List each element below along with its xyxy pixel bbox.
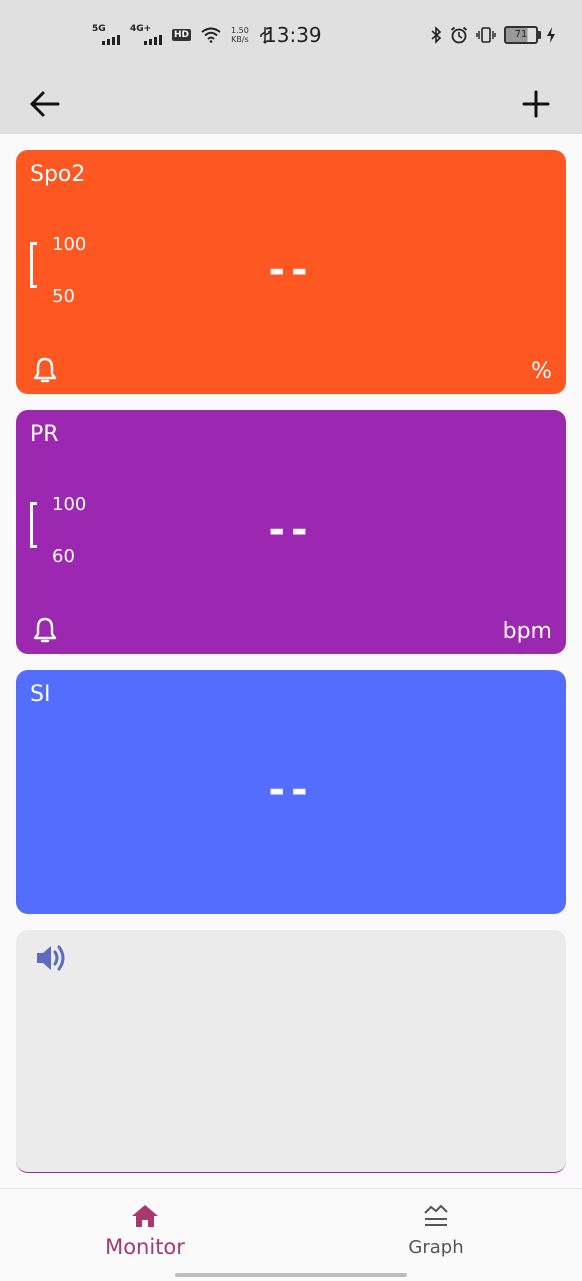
pr-card[interactable]: PR 100 60 -- bpm	[16, 410, 566, 654]
si-value: --	[268, 767, 314, 813]
signal-4g-icon: 4G+	[130, 25, 162, 45]
signal-5g-icon: 5G	[92, 25, 120, 45]
unit-label: %	[531, 359, 552, 384]
vibrate-icon	[476, 27, 496, 43]
home-indicator[interactable]	[175, 1273, 407, 1277]
bluetooth-icon	[431, 26, 442, 44]
app-bar	[0, 70, 582, 134]
add-button[interactable]	[518, 80, 554, 124]
network-speed: 1.50 KB/s	[231, 26, 249, 44]
home-icon	[132, 1205, 158, 1227]
hd-icon: HD	[172, 29, 192, 41]
nav-monitor[interactable]: Monitor	[45, 1203, 245, 1259]
alarm-bell-button[interactable]	[32, 356, 58, 384]
clock: 13:39	[264, 23, 322, 47]
battery-icon: 71	[504, 26, 541, 44]
charging-icon	[547, 27, 555, 43]
status-bar: 5G 4G+ HD 1.50 KB/s 13:39 71	[0, 0, 582, 70]
status-icons-left: 5G 4G+ HD 1.50 KB/s	[92, 22, 271, 48]
speed-unit: KB/s	[231, 35, 249, 44]
plus-icon	[522, 90, 550, 118]
alarm-icon	[450, 26, 468, 44]
sound-toggle-button[interactable]	[34, 942, 70, 974]
waveform-panel	[16, 930, 566, 1173]
speaker-icon	[37, 945, 65, 971]
nav-graph-label: Graph	[408, 1237, 464, 1258]
si-card[interactable]: SI --	[16, 670, 566, 914]
back-button[interactable]	[28, 80, 64, 124]
bell-icon	[33, 617, 57, 643]
card-title: PR	[30, 422, 59, 447]
wifi-icon	[201, 27, 221, 43]
spo2-card[interactable]: Spo2 100 50 -- %	[16, 150, 566, 394]
spo2-value: --	[268, 247, 314, 293]
speed-value: 1.50	[231, 26, 249, 35]
graph-icon	[424, 1204, 448, 1226]
card-title: Spo2	[30, 162, 86, 187]
alarm-bell-button[interactable]	[32, 616, 58, 644]
pr-value: --	[268, 507, 314, 553]
card-title: SI	[30, 682, 51, 707]
arrow-left-icon	[30, 91, 60, 117]
bell-icon	[33, 357, 57, 383]
nav-graph[interactable]: Graph	[336, 1203, 536, 1258]
nav-monitor-label: Monitor	[105, 1235, 185, 1259]
unit-label: bpm	[502, 619, 552, 644]
status-icons-right: 71	[430, 22, 556, 48]
bottom-navigation: Monitor Graph	[0, 1188, 582, 1281]
